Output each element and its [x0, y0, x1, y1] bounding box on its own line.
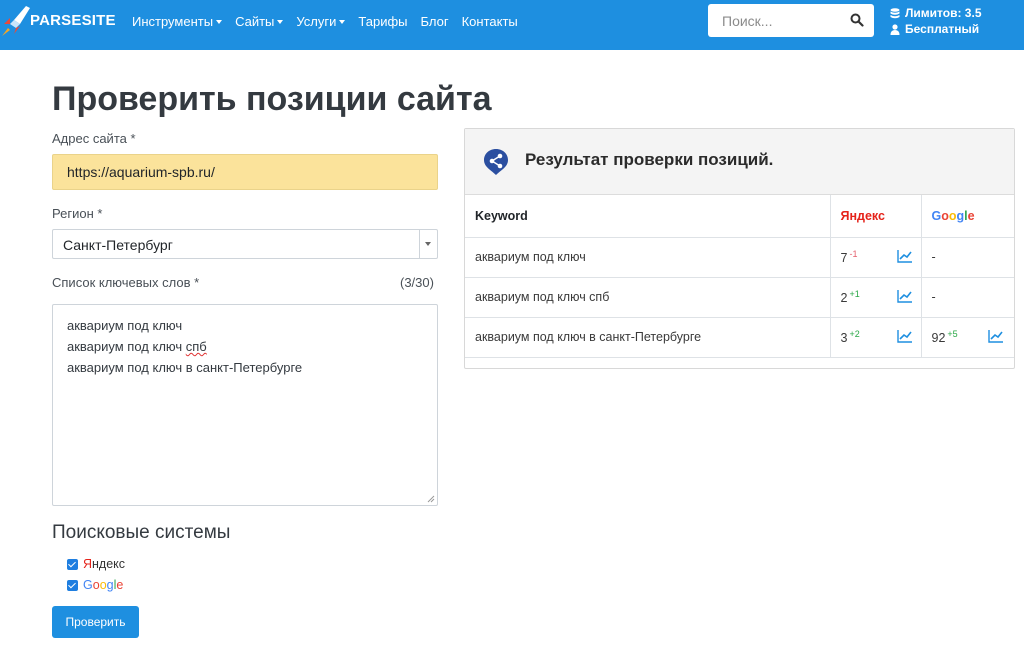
yandex-position-value: 3	[840, 331, 848, 345]
check-button[interactable]: Проверить	[52, 606, 139, 638]
rocket-logo-icon[interactable]	[0, 4, 32, 38]
keywords-count: (3/30)	[400, 275, 434, 290]
trend-chart-icon[interactable]	[987, 329, 1004, 343]
yandex-position-delta: +1	[849, 289, 860, 299]
resize-handle-icon[interactable]	[427, 495, 435, 503]
menu-item-blog[interactable]: Блог	[421, 14, 449, 29]
limits-label: Лимитов: 3.5	[905, 6, 982, 20]
results-table: Keyword Яндекс Google аквариум под ключ 7…	[465, 195, 1014, 358]
misspelled-word: спб	[185, 339, 207, 354]
chevron-down-icon	[419, 230, 437, 258]
share-icon	[484, 149, 508, 175]
account-info: Лимитов: 3.5 Бесплатный	[890, 5, 982, 37]
col-yandex-header: Яндекс	[829, 195, 921, 238]
col-google-header: Google	[920, 195, 1014, 238]
menu-item-label: Блог	[420, 14, 449, 29]
region-select[interactable]: Санкт-Петербург	[52, 229, 438, 259]
menu-item-pricing[interactable]: Тарифы	[358, 14, 407, 29]
region-select-value: Санкт-Петербург	[63, 237, 173, 253]
navbar: PARSESITE Инструменты Сайты Услуги Тариф…	[0, 0, 1024, 50]
limits-link[interactable]: Лимитов: 3.5	[890, 5, 982, 21]
google-logo-text: Google	[931, 208, 975, 223]
menu-item-contacts[interactable]: Контакты	[462, 14, 518, 29]
keywords-label: Список ключевых слов *	[52, 275, 200, 290]
engine-yandex-label: Яндекс	[83, 557, 126, 571]
keyword-line: аквариум под ключ в санкт-Петербурге	[67, 360, 303, 375]
menu-item-tools[interactable]: Инструменты	[132, 14, 223, 29]
checkbox-checked-icon[interactable]	[67, 579, 78, 591]
keyword-cell: аквариум под ключ спб	[465, 277, 830, 318]
table-row: аквариум под ключ 7 -1-	[465, 237, 1014, 278]
menu-item-label: Сайты	[235, 14, 275, 29]
menu-item-label: Инструменты	[132, 14, 214, 29]
menu-item-services[interactable]: Услуги	[296, 14, 346, 29]
trend-chart-icon[interactable]	[896, 329, 913, 343]
keyword-cell: аквариум под ключ в санкт-Петербурге	[465, 317, 830, 358]
engine-yandex-checkbox[interactable]: Яндекс	[67, 557, 125, 571]
google-position-cell: -	[920, 277, 1014, 318]
url-label: Адрес сайта *	[52, 131, 136, 146]
caret-down-icon	[216, 20, 223, 24]
col-keyword-header: Keyword	[465, 195, 830, 238]
google-position-cell: 92 +5	[920, 317, 1014, 358]
menu-item-label: Контакты	[461, 14, 518, 29]
keyword-line-text: аквариум под ключ спб	[67, 339, 207, 354]
table-header-row: Keyword Яндекс Google	[465, 195, 1014, 238]
user-icon	[890, 23, 900, 35]
keyword-cell: аквариум под ключ	[465, 237, 830, 278]
url-field[interactable]	[52, 154, 438, 190]
keyword-line: аквариум под ключ спб	[67, 336, 423, 357]
engine-google-checkbox[interactable]: Google	[67, 578, 123, 592]
table-row: аквариум под ключ в санкт-Петербурге 3 +2 9…	[465, 317, 1014, 358]
trend-chart-icon[interactable]	[896, 249, 913, 263]
yandex-position-value: 7	[840, 251, 848, 265]
search-input[interactable]	[708, 4, 848, 37]
search-icon[interactable]	[850, 13, 864, 27]
keywords-textarea[interactable]: аквариум под ключ аквариум под ключ спб …	[52, 304, 438, 506]
yandex-logo-text: Яндекс	[840, 208, 885, 223]
search-box	[708, 4, 874, 37]
google-position-value: 92	[931, 331, 946, 345]
region-label: Регион *	[52, 206, 103, 221]
results-card: Результат проверки позиций. Keyword Янде…	[464, 128, 1015, 369]
google-position-delta: +5	[947, 329, 958, 339]
caret-down-icon	[339, 20, 346, 24]
yandex-position-delta: +2	[849, 329, 860, 339]
yandex-position-cell: 3 +2	[829, 317, 921, 358]
google-position-value: -	[931, 250, 936, 264]
engine-google-label: Google	[83, 578, 124, 592]
yandex-position-delta: -1	[849, 249, 858, 259]
plan-label: Бесплатный	[905, 22, 980, 36]
google-position-value: -	[931, 290, 936, 304]
main-menu: Инструменты Сайты Услуги Тарифы Блог Кон…	[132, 14, 531, 29]
table-row: аквариум под ключ спб 2 +1-	[465, 277, 1014, 318]
yandex-position-cell: 2 +1	[829, 277, 921, 318]
yandex-position-cell: 7 -1	[829, 237, 921, 278]
results-title: Результат проверки позиций.	[525, 150, 774, 169]
menu-item-label: Тарифы	[358, 14, 408, 29]
caret-down-icon	[277, 20, 284, 24]
google-position-cell: -	[920, 237, 1014, 278]
plan-link[interactable]: Бесплатный	[890, 21, 982, 37]
keyword-line: аквариум под ключ	[67, 318, 183, 333]
engines-title: Поисковые системы	[52, 522, 231, 543]
menu-item-label: Услуги	[296, 14, 337, 29]
checkbox-checked-icon[interactable]	[67, 558, 78, 570]
menu-item-sites[interactable]: Сайты	[235, 14, 284, 29]
results-card-header: Результат проверки позиций.	[465, 129, 1014, 195]
trend-chart-icon[interactable]	[896, 289, 913, 303]
brand-name[interactable]: PARSESITE	[30, 12, 116, 29]
yandex-position-value: 2	[840, 291, 848, 305]
database-icon	[890, 7, 900, 18]
page-title: Проверить позиции сайта	[52, 80, 492, 118]
